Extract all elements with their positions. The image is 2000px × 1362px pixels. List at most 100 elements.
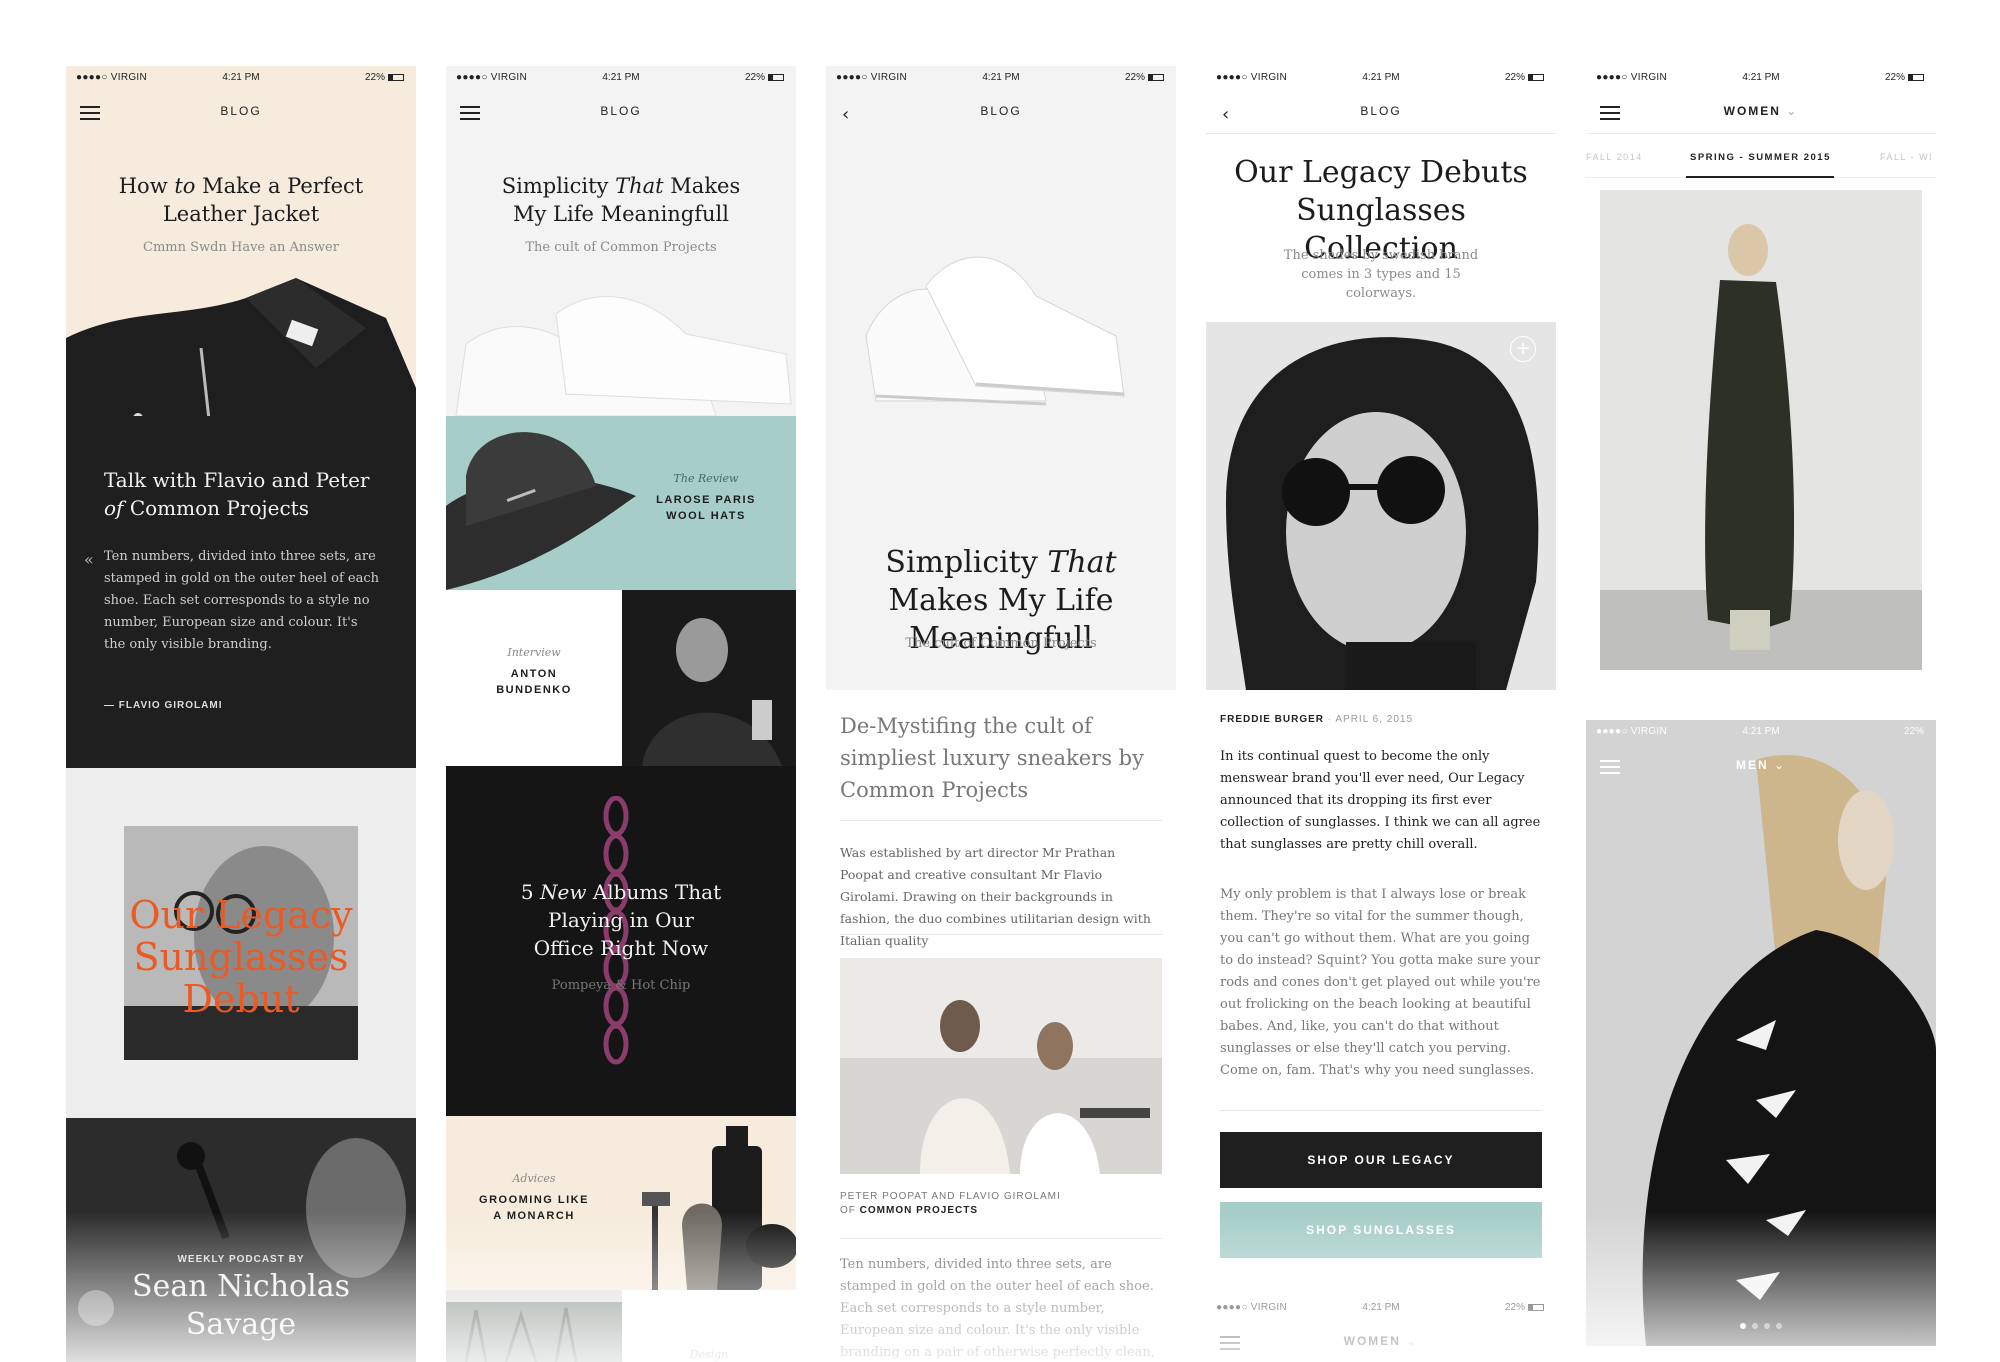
review-title: LAROSE PARIS WOOL HATS [656, 494, 756, 522]
nav-title[interactable]: WOMEN ⌄ [1586, 104, 1936, 118]
nav-bar: ‹ BLOG [826, 90, 1176, 134]
albums-title: 5 New Albums That Playing in Our Office … [520, 880, 722, 960]
nav-bar: BLOG [446, 90, 796, 134]
battery: 22% [1505, 72, 1544, 83]
divider [1220, 1110, 1542, 1111]
clock: 4:21 PM [1362, 1302, 1400, 1313]
article-subtitle: The cult of Common Projects [905, 636, 1097, 651]
battery-icon [388, 74, 404, 81]
phone-screen-blog-feed: ●●●●○ VIRGIN 4:21 PM 22% BLOG How to Mak… [66, 66, 416, 1362]
author: FREDDIE BURGER [1220, 714, 1325, 725]
status-bar: ●●●●○ VIRGIN 4:21 PM 22% [826, 66, 1176, 90]
status-bar: ●●●●○ VIRGIN 4:21 PM 22% [1206, 1296, 1556, 1320]
nav-title[interactable]: MEN ⌄ [1586, 758, 1936, 772]
status-bar: ●●●●○ VIRGIN 4:21 PM 22% [66, 66, 416, 90]
article-heading: De-Mystifing the cult of simpliest luxur… [840, 714, 1144, 802]
status-bar: ●●●●○ VIRGIN 4:21 PM 22% [1586, 66, 1936, 90]
status-bar: ●●●●○ VIRGIN 4:21 PM 22% [446, 66, 796, 90]
advice-card-grooming[interactable]: Advices GROOMING LIKE A MONARCH [446, 1116, 796, 1290]
clock: 4:21 PM [1742, 72, 1780, 83]
battery: 22% [1885, 72, 1924, 83]
article-lead: In its continual quest to become the onl… [1220, 749, 1541, 852]
promo-card-sunglasses[interactable]: Our Legacy Sunglasses Debut [66, 768, 416, 1118]
founders-photo [840, 958, 1162, 1174]
shop-sunglasses-button[interactable]: SHOP SUNGLASSES [1220, 1202, 1542, 1258]
albums-card[interactable]: 5 New Albums That Playing in Our Office … [446, 766, 796, 1116]
divider [840, 934, 1162, 935]
review-card-hats[interactable]: The Review LAROSE PARIS WOOL HATS [446, 416, 796, 590]
nav-bar: ‹ BLOG [1206, 90, 1556, 134]
review-kicker: The Review [673, 472, 739, 485]
battery-percent: 22% [1884, 72, 1905, 83]
expand-plus-icon[interactable]: + [1510, 336, 1536, 362]
article-paragraph-2: Ten numbers, divided into three sets, ar… [840, 1257, 1155, 1360]
pagination-dots[interactable] [1586, 1314, 1936, 1333]
grooming-products-image [642, 1126, 796, 1290]
advice-title: GROOMING LIKE A MONARCH [479, 1194, 589, 1222]
nav-bar: WOMEN ⌄ [1586, 90, 1936, 134]
albums-subtitle: Pompeya & Hot Chip [551, 978, 691, 993]
podcast-card[interactable]: WEEKLY PODCAST BY Sean Nicholas Savage [66, 1118, 416, 1362]
photo-caption: PETER POOPAT AND FLAVIO GIROLAMI OF COMM… [840, 1191, 1061, 1216]
next-screen-preview: ●●●●○ VIRGIN 4:21 PM 22% WOMEN ⌄ [1206, 1296, 1556, 1362]
battery-icon [1528, 1304, 1544, 1311]
men-screen-preview[interactable]: ●●●●○ VIRGIN 4:21 PM 22% MEN ⌄ [1586, 720, 1936, 1346]
battery-percent: 22% [1903, 726, 1924, 737]
card-subtitle: The cult of Common Projects [525, 240, 717, 255]
battery: 22% [1505, 1302, 1544, 1313]
active-tab-underline [1686, 176, 1834, 178]
clock: 4:21 PM [982, 72, 1020, 83]
shop-our-legacy-button[interactable]: SHOP OUR LEGACY [1220, 1132, 1542, 1188]
model-sunglasses-photo [1206, 322, 1556, 690]
promo-title: Our Legacy Sunglasses Debut [129, 893, 353, 1021]
nav-title: BLOG [980, 104, 1022, 118]
card-title: Simplicity That Makes My Life Meaningful… [501, 174, 741, 226]
clock: 4:21 PM [602, 72, 640, 83]
interview-card[interactable]: Interview ANTON BUNDENKO [446, 590, 796, 766]
sneakers-image [455, 296, 792, 416]
card-subtitle: Cmmn Swdn Have an Answer [143, 240, 339, 255]
design-kicker: Design [689, 1348, 729, 1361]
phone-screen-lookbook: ●●●●○ VIRGIN 4:21 PM 22% WOMEN ⌄ FALL 20… [1586, 66, 1936, 1362]
battery-icon [1908, 74, 1924, 81]
battery-percent: 22% [364, 72, 385, 83]
article-paragraph-1: Was established by art director Mr Prath… [840, 845, 1151, 948]
advice-kicker: Advices [512, 1172, 556, 1185]
tab-fall-2014[interactable]: FALL 2014 [1586, 152, 1643, 162]
design-card[interactable]: Design [446, 1290, 796, 1362]
nav-bar: BLOG [66, 90, 416, 134]
battery-icon [1528, 74, 1544, 81]
lookbook-photo-coat[interactable] [1600, 190, 1922, 670]
interview-kicker: Interview [507, 646, 561, 659]
season-tabs: FALL 2014 SPRING - SUMMER 2015 FALL - WI [1586, 134, 1936, 178]
nav-bar: WOMEN ⌄ [1206, 1320, 1556, 1362]
tab-fall-winter[interactable]: FALL - WI [1880, 152, 1933, 162]
article-card-sneakers[interactable]: Simplicity That Makes My Life Meaningful… [446, 134, 796, 416]
card-title: How to Make a Perfect Leather Jacket [118, 174, 364, 226]
design-photo [446, 1290, 622, 1362]
battery: 22% [745, 72, 784, 83]
article-hero: ●●●●○ VIRGIN 4:21 PM 22% ‹ BLOG Simplici… [826, 66, 1176, 690]
phone-screen-article-sneakers: ●●●●○ VIRGIN 4:21 PM 22% ‹ BLOG Simplici… [826, 66, 1176, 1362]
divider [840, 820, 1162, 821]
quote-card[interactable]: Talk with Flavio and Peter of Common Pro… [66, 416, 416, 768]
quote-mark-icon: « [84, 550, 94, 569]
battery: 22% [365, 72, 404, 83]
interview-title: ANTON BUNDENKO [496, 668, 572, 696]
article-subtitle: The shades by swedish brand comes in 3 t… [1283, 248, 1479, 301]
interview-photo [622, 590, 796, 766]
tab-spring-summer-2015[interactable]: SPRING - SUMMER 2015 [1690, 152, 1831, 163]
nav-title: BLOG [1360, 104, 1402, 118]
chevron-down-icon: ⌄ [1773, 758, 1787, 772]
quote-author: — FLAVIO GIROLAMI [104, 700, 223, 711]
chevron-down-icon: ⌄ [1406, 1334, 1419, 1348]
phone-screen-article-sunglasses: ●●●●○ VIRGIN 4:21 PM 22% ‹ BLOG Our Lega… [1206, 66, 1556, 1362]
nav-title: BLOG [220, 104, 262, 118]
quote-text: Ten numbers, divided into three sets, ar… [104, 549, 379, 652]
nav-title[interactable]: WOMEN ⌄ [1206, 1334, 1556, 1348]
quote-title: Talk with Flavio and Peter of Common Pro… [104, 468, 370, 520]
nav-bar: MEN ⌄ [1586, 744, 1936, 788]
phone-screen-blog-grid: ●●●●○ VIRGIN 4:21 PM 22% BLOG Simplicity… [446, 66, 796, 1362]
battery-icon [768, 74, 784, 81]
byline: FREDDIE BURGER · APRIL 6, 2015 [1220, 714, 1414, 725]
